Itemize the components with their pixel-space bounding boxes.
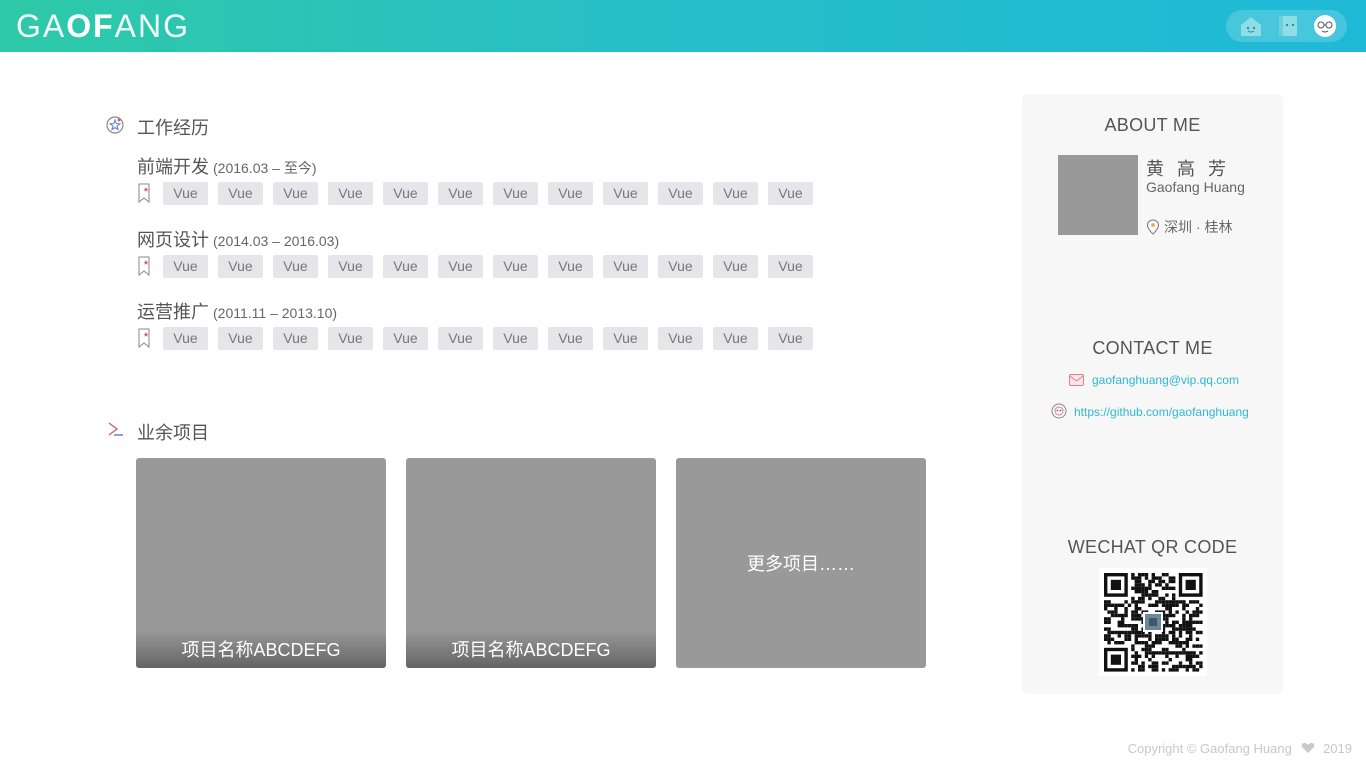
skill-tag[interactable]: Vue xyxy=(713,327,758,350)
job-title: 前端开发 (2016.03 – 至今) xyxy=(137,153,317,179)
skill-tag[interactable]: Vue xyxy=(163,327,208,350)
bookmark-icon xyxy=(137,328,153,349)
name-english: Gaofang Huang xyxy=(1146,179,1245,195)
skill-tag[interactable]: Vue xyxy=(548,327,593,350)
contact-heading: CONTACT ME xyxy=(1092,338,1213,358)
project-caption: 项目名称ABCDEFG xyxy=(406,630,656,668)
skill-tag[interactable]: Vue xyxy=(383,327,428,350)
book-icon[interactable] xyxy=(1275,13,1301,39)
footer: Copyright © Gaofang Huang 2019 xyxy=(1128,741,1352,756)
job-role: 前端开发 xyxy=(137,157,209,177)
home-icon[interactable] xyxy=(1238,13,1264,39)
skill-tag[interactable]: Vue xyxy=(493,182,538,205)
skill-tag[interactable]: Vue xyxy=(768,255,813,278)
logo-text-part3: ANG xyxy=(114,8,191,44)
job-title: 运营推广 (2011.11 – 2013.10) xyxy=(137,298,337,324)
logo-text-part2: OF xyxy=(66,8,115,44)
header-nav xyxy=(1226,10,1347,42)
mail-icon xyxy=(1069,374,1084,386)
skill-tag[interactable]: Vue xyxy=(713,182,758,205)
skill-tag[interactable]: Vue xyxy=(493,255,538,278)
job-role: 网页设计 xyxy=(137,230,209,250)
copyright-text: Copyright © Gaofang Huang xyxy=(1127,741,1292,756)
face-icon[interactable] xyxy=(1312,13,1338,39)
github-text: https://github.com/gaofanghuang xyxy=(1074,405,1249,419)
skill-tag[interactable]: Vue xyxy=(438,182,483,205)
skill-tag[interactable]: Vue xyxy=(658,327,703,350)
location-text: 深圳 · 桂林 xyxy=(1164,219,1233,235)
job-period: (2016.03 – 至今) xyxy=(213,160,317,176)
location: 深圳 · 桂林 xyxy=(1146,217,1232,237)
skill-tag[interactable]: Vue xyxy=(273,182,318,205)
email-text: gaofanghuang@vip.qq.com xyxy=(1092,373,1239,387)
profile-sidebar: ABOUT ME 黄 高 芳 Gaofang Huang 深圳 · 桂林 CON… xyxy=(1022,94,1283,694)
project-card-2[interactable]: 项目名称ABCDEFG xyxy=(406,458,656,668)
job-entry: 网页设计 (2014.03 – 2016.03) Vue Vue Vue Vue Vue Vu… xyxy=(137,226,813,296)
name-chinese: 黄 高 芳 xyxy=(1146,159,1231,179)
top-header: GAOFANG xyxy=(0,0,1366,52)
skill-tag[interactable]: Vue xyxy=(273,255,318,278)
skill-tag[interactable]: Vue xyxy=(768,182,813,205)
skill-tag[interactable]: Vue xyxy=(218,327,263,350)
skill-tag[interactable]: Vue xyxy=(328,255,373,278)
skill-tag[interactable]: Vue xyxy=(548,182,593,205)
location-pin-icon xyxy=(1146,219,1160,235)
skill-tag[interactable]: Vue xyxy=(273,327,318,350)
skill-tag[interactable]: Vue xyxy=(713,255,758,278)
skill-tag[interactable]: Vue xyxy=(768,327,813,350)
section-title-work: 工作经历 xyxy=(137,118,209,138)
skill-tag[interactable]: Vue xyxy=(603,182,648,205)
about-heading: ABOUT ME xyxy=(1104,115,1201,135)
job-entry: 运营推广 (2011.11 – 2013.10) Vue Vue Vue Vue Vue Vu… xyxy=(137,298,813,368)
skill-tag[interactable]: Vue xyxy=(383,255,428,278)
skill-tag[interactable]: Vue xyxy=(603,255,648,278)
avatar xyxy=(1058,155,1138,235)
skill-tag[interactable]: Vue xyxy=(383,182,428,205)
job-title: 网页设计 (2014.03 – 2016.03) xyxy=(137,226,339,252)
job-role: 运营推广 xyxy=(137,302,209,322)
logo-text-part1: GA xyxy=(16,8,67,44)
skill-tag[interactable]: Vue xyxy=(548,255,593,278)
more-projects-card[interactable]: 更多项目…… xyxy=(676,458,926,668)
bookmark-icon xyxy=(137,256,153,277)
skill-tag[interactable]: Vue xyxy=(328,182,373,205)
skill-tag[interactable]: Vue xyxy=(438,255,483,278)
skill-tag[interactable]: Vue xyxy=(438,327,483,350)
job-period: (2011.11 – 2013.10) xyxy=(213,305,338,321)
skill-tag[interactable]: Vue xyxy=(163,182,208,205)
wechat-qr-code xyxy=(1099,568,1207,676)
skill-tag[interactable]: Vue xyxy=(218,182,263,205)
job-period: (2014.03 – 2016.03) xyxy=(213,233,340,249)
heart-icon xyxy=(1302,743,1315,753)
skill-tag[interactable]: Vue xyxy=(328,327,373,350)
project-card-1[interactable]: 项目名称ABCDEFG xyxy=(136,458,386,668)
skill-tag[interactable]: Vue xyxy=(218,255,263,278)
github-link[interactable]: https://github.com/gaofanghuang xyxy=(1051,403,1249,419)
section-title-projects: 业余项目 xyxy=(137,423,209,443)
copyright-year: 2019 xyxy=(1323,741,1352,756)
project-caption: 项目名称ABCDEFG xyxy=(136,630,386,668)
skill-tag[interactable]: Vue xyxy=(603,327,648,350)
skill-tag[interactable]: Vue xyxy=(493,327,538,350)
skill-tag[interactable]: Vue xyxy=(658,255,703,278)
star-badge-icon xyxy=(105,115,125,135)
code-arrow-icon xyxy=(105,419,125,439)
more-projects-label: 更多项目…… xyxy=(747,554,855,574)
github-icon xyxy=(1051,403,1067,419)
site-logo[interactable]: GAOFANG xyxy=(16,8,190,44)
skill-tag[interactable]: Vue xyxy=(658,182,703,205)
skill-tag[interactable]: Vue xyxy=(163,255,208,278)
bookmark-icon xyxy=(137,183,153,204)
wechat-heading: WECHAT QR CODE xyxy=(1067,537,1238,557)
job-entry: 前端开发 (2016.03 – 至今) Vue Vue Vue Vue Vue Vue Vue V… xyxy=(137,153,813,223)
email-link[interactable]: gaofanghuang@vip.qq.com xyxy=(1069,373,1239,387)
